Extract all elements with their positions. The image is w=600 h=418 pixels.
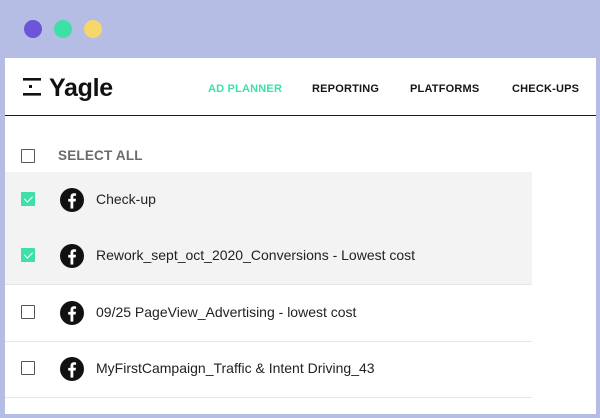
select-all-label: SELECT ALL	[58, 148, 143, 163]
yagle-logo-icon	[23, 78, 41, 96]
nav-platforms[interactable]: PLATFORMS	[410, 83, 479, 95]
brand-name: Yagle	[49, 74, 113, 102]
nav-check-ups[interactable]: CHECK-UPS	[512, 83, 579, 95]
campaign-row[interactable]: Rework_sept_oct_2020_Conversions - Lowes…	[5, 228, 532, 285]
campaign-row[interactable]: 09/25 PageView_Advertising - lowest cost	[5, 285, 532, 342]
campaign-name: MyFirstCampaign_Traffic & Intent Driving…	[96, 360, 375, 376]
select-all-checkbox[interactable]	[21, 149, 35, 163]
facebook-icon	[60, 301, 84, 325]
campaign-name: Check-up	[96, 191, 156, 207]
window-close-button[interactable]	[24, 20, 42, 38]
campaign-name: Rework_sept_oct_2020_Conversions - Lowes…	[96, 247, 416, 263]
window-maximize-button[interactable]	[84, 20, 102, 38]
select-all-row[interactable]: SELECT ALL	[5, 140, 532, 174]
facebook-icon	[60, 244, 84, 268]
campaign-row[interactable]: MyFirstCampaign_Traffic & Intent Driving…	[5, 341, 532, 398]
campaign-checkbox[interactable]	[21, 248, 35, 262]
nav-ad-planner[interactable]: AD PLANNER	[208, 83, 282, 95]
nav-reporting[interactable]: REPORTING	[312, 83, 379, 95]
top-nav-bar: Yagle AD PLANNER REPORTING PLATFORMS CHE…	[5, 58, 596, 116]
app-window: Yagle AD PLANNER REPORTING PLATFORMS CHE…	[0, 0, 600, 418]
facebook-icon	[60, 357, 84, 381]
brand-logo[interactable]: Yagle	[23, 74, 113, 102]
campaign-checkbox[interactable]	[21, 192, 35, 206]
campaign-checkbox[interactable]	[21, 305, 35, 319]
app-panel: Yagle AD PLANNER REPORTING PLATFORMS CHE…	[5, 58, 596, 414]
campaign-name: 09/25 PageView_Advertising - lowest cost	[96, 304, 357, 320]
facebook-icon	[60, 188, 84, 212]
campaign-checkbox[interactable]	[21, 361, 35, 375]
window-minimize-button[interactable]	[54, 20, 72, 38]
campaign-row[interactable]: Check-up	[5, 172, 532, 229]
